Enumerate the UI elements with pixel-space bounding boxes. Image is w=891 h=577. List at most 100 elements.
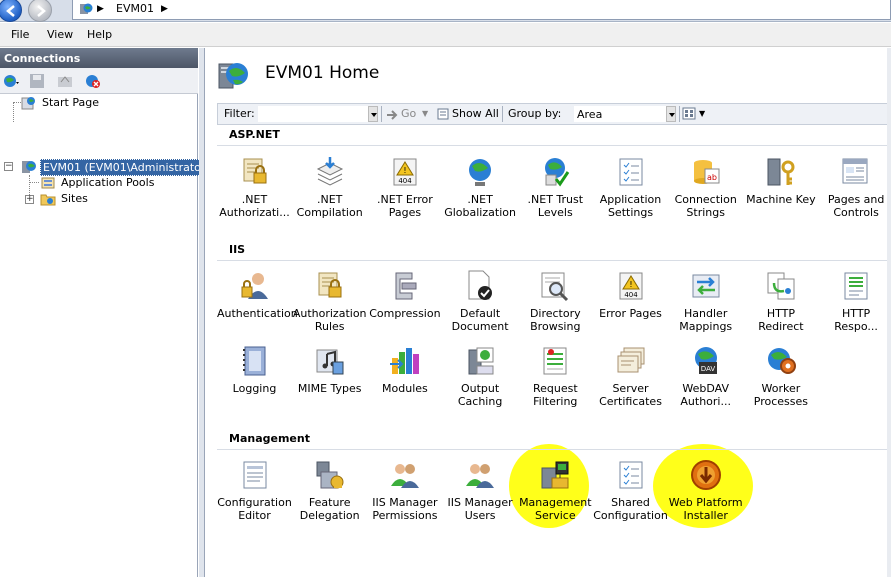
feature-label: Shared Configuration bbox=[593, 496, 668, 522]
warning-icon: ! 404 bbox=[393, 158, 417, 186]
connect-globe-icon[interactable] bbox=[2, 72, 20, 90]
feature-logging[interactable]: Logging bbox=[217, 344, 292, 395]
app-pools-icon bbox=[41, 177, 55, 189]
feature-label: Connection Strings bbox=[674, 193, 737, 219]
view-toggle-icon[interactable] bbox=[682, 107, 698, 121]
key-icon bbox=[767, 158, 795, 186]
http-list-icon bbox=[844, 272, 868, 300]
menu-help[interactable]: Help bbox=[87, 28, 112, 41]
feature-label: Application Settings bbox=[599, 193, 662, 219]
feature-label: IIS Manager Users bbox=[447, 496, 513, 522]
filter-input[interactable] bbox=[258, 106, 378, 122]
go-dropdown-icon[interactable]: ▼ bbox=[422, 109, 428, 118]
feature-web-platform-installer[interactable]: Web Platform Installer bbox=[668, 458, 743, 522]
feature-directory-browsing[interactable]: Directory Browsing bbox=[518, 269, 593, 333]
feature-label: .NET Trust Levels bbox=[527, 193, 584, 219]
feature-net-authorizati[interactable]: .NET Authorizati... bbox=[217, 155, 292, 219]
user-lock-icon bbox=[241, 273, 268, 299]
feature-http-redirect[interactable]: HTTP Redirect bbox=[743, 269, 818, 333]
magnifier-icon bbox=[541, 272, 569, 302]
go-icon[interactable] bbox=[385, 108, 399, 122]
feature-server-certificates[interactable]: Server Certificates bbox=[593, 344, 668, 408]
menu-view[interactable]: View bbox=[47, 28, 73, 41]
group-by-dropdown-icon[interactable] bbox=[666, 106, 676, 122]
feature-compression[interactable]: Compression bbox=[367, 269, 442, 320]
feature-label: MIME Types bbox=[297, 382, 362, 395]
group-by-label: Group by: bbox=[508, 107, 562, 120]
feature-label: Error Pages bbox=[599, 307, 662, 320]
tree-collapse-icon[interactable]: − bbox=[4, 162, 13, 171]
feature-handler-mappings[interactable]: Handler Mappings bbox=[668, 269, 743, 333]
filter-dropdown-icon[interactable] bbox=[368, 106, 378, 122]
cert-icon bbox=[617, 347, 644, 373]
clamp-icon bbox=[395, 272, 417, 300]
disconnect-icon[interactable] bbox=[84, 72, 102, 90]
connections-header: Connections bbox=[0, 48, 198, 68]
feature-worker-processes[interactable]: Worker Processes bbox=[743, 344, 818, 408]
feature-net-trust-levels[interactable]: .NET Trust Levels bbox=[518, 155, 593, 219]
scrollbar[interactable] bbox=[887, 48, 891, 577]
go-button[interactable]: Go bbox=[401, 107, 416, 120]
users-icon bbox=[390, 464, 419, 488]
feature-feature-delegation[interactable]: Feature Delegation bbox=[292, 458, 367, 522]
doc-check-icon bbox=[468, 270, 493, 300]
section-divider bbox=[217, 260, 891, 261]
feature-net-compilation[interactable]: .NET Compilation bbox=[292, 155, 367, 219]
feature-net-error-pages[interactable]: ! 404 .NET Error Pages bbox=[367, 155, 442, 219]
list-icon bbox=[619, 461, 642, 489]
config-icon bbox=[243, 461, 266, 489]
feature-configuration-editor[interactable]: Configuration Editor bbox=[217, 458, 292, 522]
feature-authorization-rules[interactable]: Authorization Rules bbox=[292, 269, 367, 333]
feature-connection-strings[interactable]: ab Connection Strings bbox=[668, 155, 743, 219]
feature-mime-types[interactable]: MIME Types bbox=[292, 344, 367, 395]
group-by-select[interactable]: Area bbox=[574, 106, 676, 122]
feature-default-document[interactable]: Default Document bbox=[443, 269, 518, 333]
server-icon bbox=[22, 161, 36, 173]
feature-application-settings[interactable]: Application Settings bbox=[593, 155, 668, 219]
feature-modules[interactable]: Modules bbox=[367, 344, 442, 395]
feature-label: Feature Delegation bbox=[299, 496, 360, 522]
forward-button[interactable] bbox=[28, 0, 52, 22]
up-icon[interactable] bbox=[56, 72, 74, 90]
main-content: EVM01 Home Filter: Go ▼ Show All Group b… bbox=[204, 48, 891, 577]
feature-iis-manager-permissions[interactable]: IIS Manager Permissions bbox=[367, 458, 442, 522]
feature-label: Web Platform Installer bbox=[668, 496, 743, 522]
feature-shared-configuration[interactable]: Shared Configuration bbox=[593, 458, 668, 522]
feature-net-globalization[interactable]: .NET Globalization bbox=[443, 155, 518, 219]
tree-expand-icon[interactable]: + bbox=[25, 195, 34, 204]
breadcrumb-separator-icon[interactable]: ▶ bbox=[161, 4, 168, 14]
page-title: EVM01 Home bbox=[265, 63, 380, 83]
feature-label: Machine Key bbox=[746, 193, 816, 206]
feature-authentication[interactable]: Authentication bbox=[217, 269, 298, 320]
breadcrumb-server[interactable]: EVM01 bbox=[116, 2, 154, 15]
feature-machine-key[interactable]: Machine Key bbox=[743, 155, 818, 206]
section-title-iis: IIS bbox=[229, 243, 246, 256]
feature-http-respo[interactable]: HTTP Respo... bbox=[819, 269, 891, 333]
feature-iis-manager-users[interactable]: IIS Manager Users bbox=[443, 458, 518, 522]
lock-icon bbox=[318, 272, 342, 298]
lock-icon bbox=[243, 158, 266, 184]
feature-output-caching[interactable]: Output Caching bbox=[443, 344, 518, 408]
address-box[interactable]: ▶ EVM01 ▶ bbox=[72, 0, 891, 20]
list-icon bbox=[619, 158, 642, 186]
feature-error-pages[interactable]: ! 404 Error Pages bbox=[593, 269, 668, 320]
feature-request-filtering[interactable]: Request Filtering bbox=[518, 344, 593, 408]
feature-label: Logging bbox=[232, 382, 277, 395]
svg-text:!: ! bbox=[629, 280, 632, 289]
show-all-button[interactable]: Show All bbox=[452, 107, 499, 120]
menu-file[interactable]: File bbox=[11, 28, 29, 41]
users-icon bbox=[466, 464, 495, 488]
cache-icon bbox=[468, 347, 494, 375]
feature-pages-and-controls[interactable]: Pages and Controls bbox=[819, 155, 891, 219]
feature-label: .NET Error Pages bbox=[377, 193, 433, 219]
feature-label: .NET Compilation bbox=[296, 193, 363, 219]
save-icon[interactable] bbox=[28, 72, 46, 90]
feature-webdav-authori[interactable]: DAV WebDAV Authori... bbox=[668, 344, 743, 408]
feature-management-service[interactable]: Management Service bbox=[518, 458, 593, 522]
webdav-icon: DAV bbox=[694, 347, 717, 374]
svg-text:404: 404 bbox=[398, 177, 412, 185]
redirect-icon bbox=[767, 272, 795, 300]
filter-icon bbox=[543, 347, 567, 375]
back-button[interactable] bbox=[0, 0, 22, 22]
view-dropdown-icon[interactable]: ▼ bbox=[699, 109, 705, 118]
